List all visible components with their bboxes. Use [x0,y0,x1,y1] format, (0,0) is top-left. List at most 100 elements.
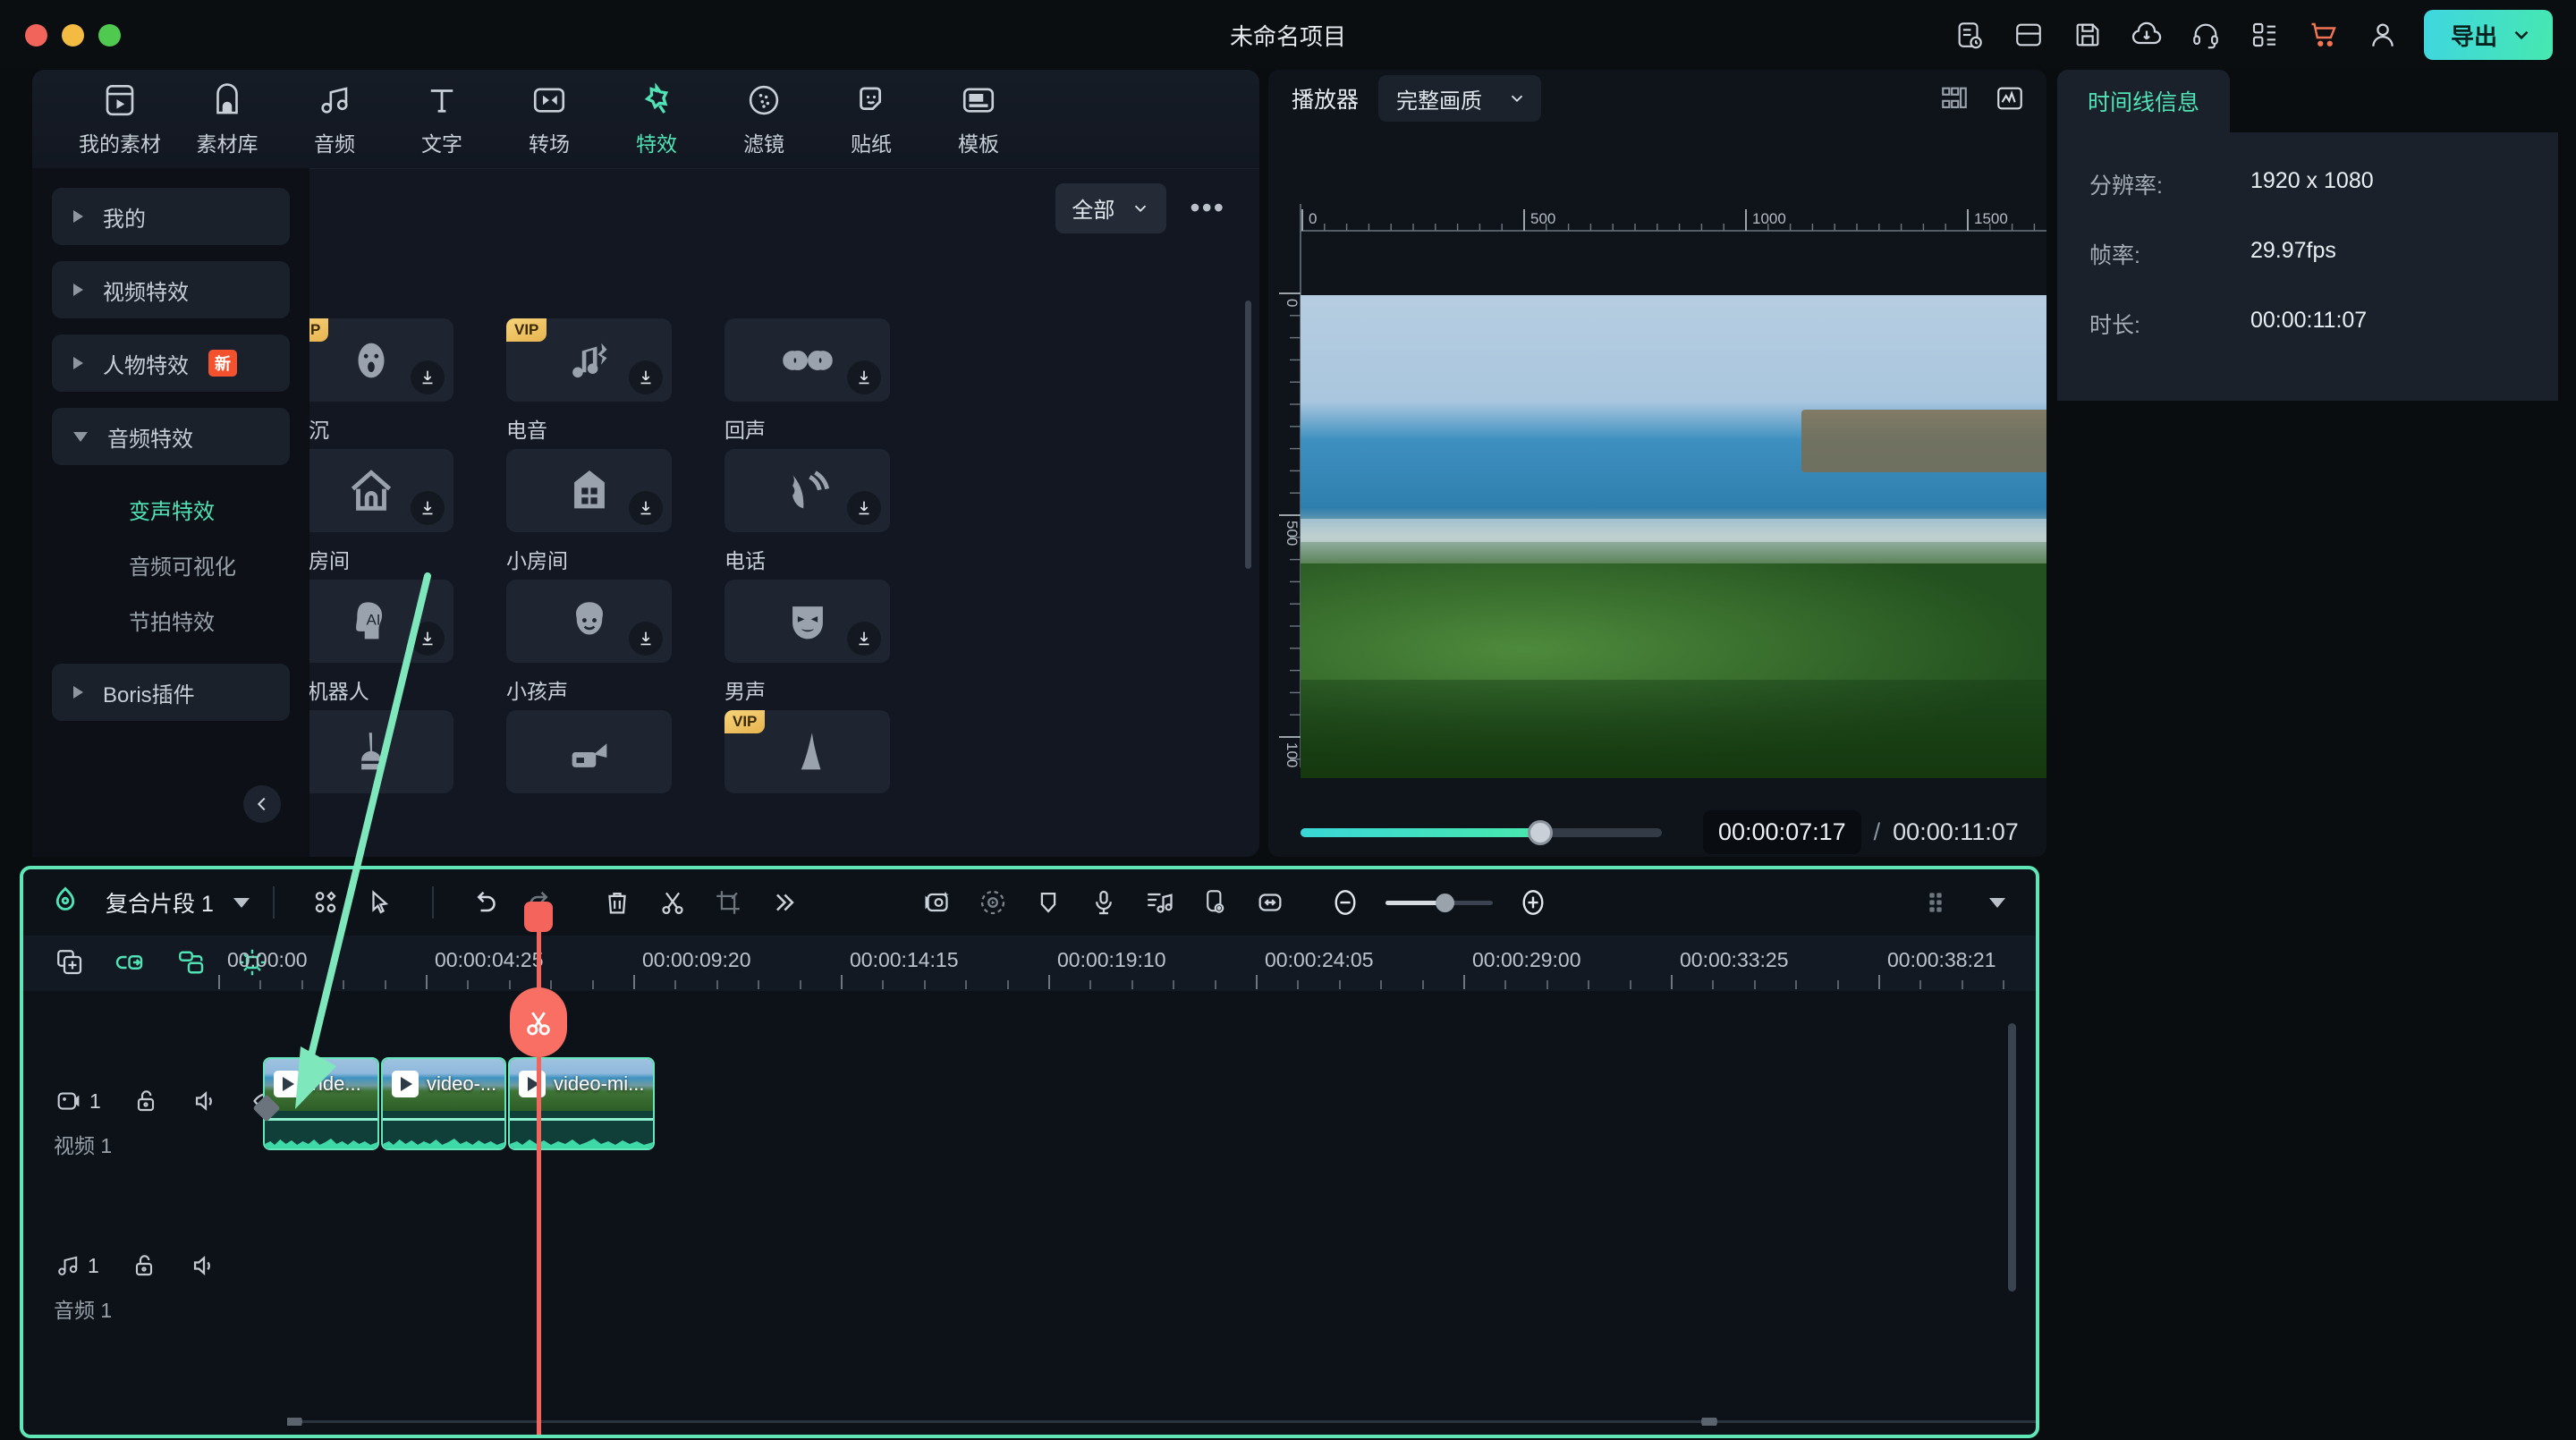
undo-icon[interactable] [457,886,513,919]
mic-icon[interactable] [1076,887,1131,918]
effect-thumbnail[interactable]: AI [288,580,453,663]
effect-card[interactable]: AI AI机器人 [288,580,487,705]
tree-node-audio-effects[interactable]: 音频特效 [52,408,290,465]
effect-thumbnail[interactable] [506,580,672,663]
select-tool-icon[interactable] [353,887,409,918]
effect-thumbnail[interactable]: VIP [724,710,890,793]
video-preview[interactable] [1301,295,2046,778]
tab-timeline-info[interactable]: 时间线信息 [2057,70,2231,132]
scope-icon[interactable] [1995,83,2025,114]
timeline-horizontal-scrollbar[interactable] [287,1418,2036,1426]
playhead-split-button[interactable] [510,987,567,1057]
split-view-icon[interactable] [1939,83,1970,114]
add-track-icon[interactable] [54,946,86,978]
tab-sticker[interactable]: 贴纸 [818,81,925,157]
tree-child-voice-changer[interactable]: 变声特效 [52,481,290,537]
zoom-slider-handle[interactable] [1435,893,1454,912]
zoom-slider-track[interactable] [1385,893,1493,912]
grid-view-icon[interactable] [298,887,353,918]
effect-card[interactable]: 小孩声 [506,580,705,705]
more-options-button[interactable]: ••• [1190,191,1225,224]
download-icon[interactable] [629,360,663,394]
zoom-out-button[interactable] [1318,885,1373,919]
quality-select[interactable]: 完整画质 [1378,75,1542,122]
tree-child-beat-effects[interactable]: 节拍特效 [52,592,290,648]
effect-card[interactable]: VIP 深沉 [288,318,487,444]
tab-text[interactable]: 文字 [388,81,496,157]
playhead-handle[interactable] [524,902,553,932]
group-icon[interactable] [175,946,208,978]
download-icon[interactable] [411,491,445,525]
tab-effects[interactable]: 特效 [603,81,710,157]
timeline-vertical-scrollbar[interactable] [2008,1023,2016,1292]
timeline-ruler[interactable]: 00:00:00 00:00:04:25 00:00:09:20 00:00:14:1… [218,936,2036,991]
effect-card[interactable]: 男声 [724,580,923,705]
delete-icon[interactable] [589,887,645,918]
timeline-zoom-slider[interactable] [1373,893,1505,912]
effect-thumbnail[interactable]: VIP [506,318,672,402]
effect-card[interactable]: 回声 [724,318,923,444]
audio-mix-icon[interactable] [1131,886,1187,919]
lock-icon[interactable] [130,1251,158,1280]
tab-stock-library[interactable]: 素材库 [174,81,281,157]
playhead[interactable] [510,902,567,1435]
more-chevrons-icon[interactable] [756,887,811,918]
mute-icon[interactable] [191,1086,221,1116]
timeline-clip[interactable]: video-mi... [508,1057,655,1150]
timeline-clip[interactable]: video-... [381,1057,506,1150]
zoom-in-button[interactable] [1505,885,1561,919]
scrubber-handle[interactable] [1528,819,1553,845]
download-icon[interactable] [847,360,881,394]
tab-my-media[interactable]: 我的素材 [66,81,174,157]
effect-thumbnail[interactable] [724,580,890,663]
tab-audio[interactable]: 音频 [281,81,388,157]
tree-child-audio-visualizer[interactable]: 音频可视化 [52,537,290,592]
track-menu-icon[interactable] [1925,888,1953,917]
download-icon[interactable] [411,622,445,656]
download-icon[interactable] [411,360,445,394]
tab-filter[interactable]: 滤镜 [710,81,818,157]
home-icon[interactable] [48,884,82,922]
download-icon[interactable] [847,491,881,525]
effect-card[interactable] [506,710,705,793]
effect-card[interactable]: VIP [724,710,923,793]
tree-node-my[interactable]: 我的 [52,188,290,245]
link-icon[interactable] [114,946,147,978]
filter-select[interactable]: 全部 [1055,182,1167,233]
timeline-clip[interactable]: vide... [263,1057,379,1150]
green-screen-icon[interactable] [910,886,965,919]
effect-thumbnail[interactable] [724,318,890,402]
current-timecode[interactable]: 00:00:07:17 [1703,810,1861,854]
shield-icon[interactable] [1021,887,1076,918]
crop-icon[interactable] [700,887,756,918]
composite-clip-name[interactable]: 复合片段 1 [106,886,214,919]
download-icon[interactable] [629,491,663,525]
effects-scrollbar[interactable] [1245,301,1251,569]
collapse-sidebar-button[interactable] [243,785,281,823]
tree-node-boris-plugin[interactable]: Boris插件 [52,664,290,721]
auto-beat-icon[interactable] [1187,887,1242,918]
effect-card[interactable]: 小房间 [506,449,705,574]
chevron-down-icon[interactable] [233,897,250,908]
player-scrubber[interactable] [1301,819,1662,845]
mask-icon[interactable] [965,886,1021,919]
effect-thumbnail[interactable] [506,710,672,793]
tree-node-people-effects[interactable]: 人物特效 新 [52,335,290,392]
effect-card[interactable] [288,710,487,793]
effect-card[interactable]: 电话 [724,449,923,574]
download-icon[interactable] [629,622,663,656]
tree-node-video-effects[interactable]: 视频特效 [52,261,290,318]
effect-thumbnail[interactable] [506,449,672,532]
tab-transition[interactable]: 转场 [496,81,603,157]
effect-thumbnail[interactable] [288,710,453,793]
chevron-down-icon[interactable] [1989,897,2005,908]
effect-card[interactable]: 大房间 [288,449,487,574]
download-icon[interactable] [847,622,881,656]
effect-thumbnail[interactable]: VIP [288,318,453,402]
effect-card[interactable]: VIP 电音 [506,318,705,444]
split-icon[interactable] [645,887,700,918]
lock-icon[interactable] [131,1087,160,1115]
effect-thumbnail[interactable] [288,449,453,532]
fit-icon[interactable] [1242,887,1298,918]
effect-thumbnail[interactable] [724,449,890,532]
